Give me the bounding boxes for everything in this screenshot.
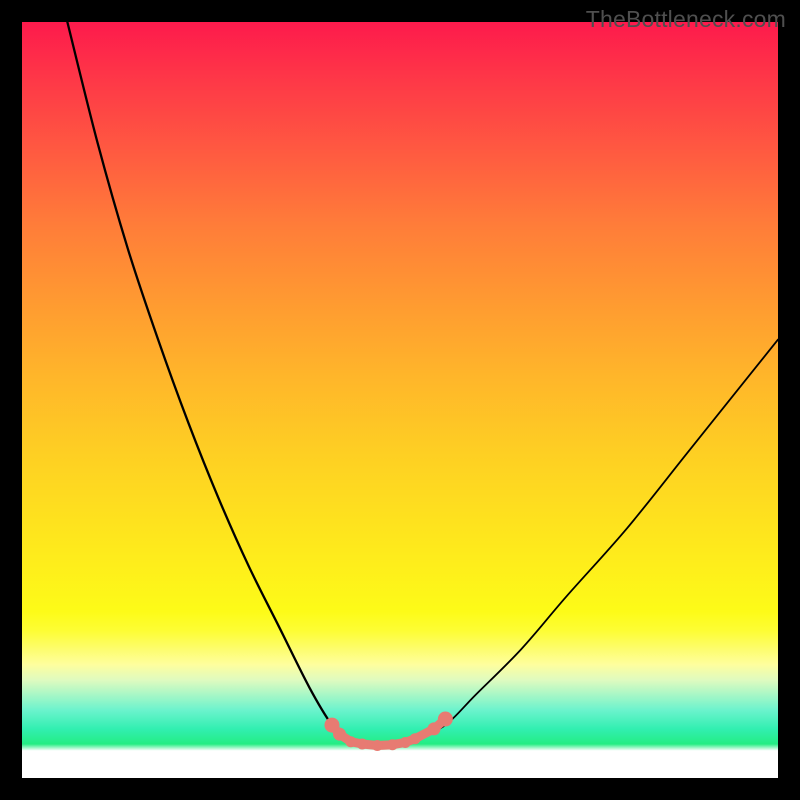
watermark-text: TheBottleneck.com [586, 6, 786, 33]
bead [387, 739, 398, 750]
bead [400, 737, 411, 748]
bead [372, 740, 383, 751]
plot-area [22, 22, 778, 778]
bead [345, 736, 356, 747]
left-curve [67, 22, 347, 740]
bead [438, 712, 453, 727]
bead-cluster [324, 712, 452, 751]
bead [324, 718, 339, 733]
bead [428, 722, 441, 735]
chart-frame: TheBottleneck.com [0, 0, 800, 800]
bead [410, 733, 421, 744]
right-curve [415, 340, 778, 741]
curve-layer [22, 22, 778, 778]
bead [357, 738, 368, 749]
